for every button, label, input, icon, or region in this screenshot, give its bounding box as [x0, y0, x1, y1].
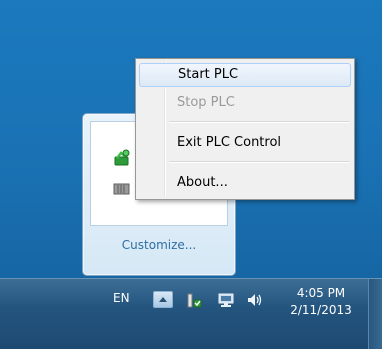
- clock-time: 4:05 PM: [296, 286, 346, 300]
- menu-item-stop-plc: Stop PLC: [177, 95, 235, 110]
- network-icon[interactable]: [217, 291, 235, 309]
- menu-separator: [169, 161, 349, 163]
- system-clock[interactable]: 4:05 PM 2/11/2013: [286, 285, 356, 319]
- show-hidden-icons-button[interactable]: [153, 291, 173, 308]
- device-module-icon[interactable]: [113, 179, 131, 197]
- menu-item-exit-plc-control[interactable]: Exit PLC Control: [139, 131, 351, 155]
- menu-item-start-plc[interactable]: Start PLC: [139, 63, 351, 87]
- language-indicator[interactable]: EN: [113, 291, 130, 305]
- customize-link[interactable]: Customize...: [83, 238, 235, 252]
- clock-date: 2/11/2013: [290, 303, 352, 317]
- plc-status-icon[interactable]: [185, 291, 203, 309]
- plc-control-icon[interactable]: [113, 149, 131, 167]
- menu-separator: [169, 121, 349, 123]
- volume-icon[interactable]: [246, 291, 264, 309]
- taskbar: EN 4:05 PM 2/11/2013: [0, 278, 382, 349]
- menu-item-about[interactable]: About...: [139, 171, 351, 195]
- plc-context-menu: Start PLC Stop PLC Exit PLC Control Abou…: [135, 58, 355, 200]
- show-desktop-button[interactable]: [368, 279, 382, 349]
- chevron-up-icon: [159, 297, 167, 302]
